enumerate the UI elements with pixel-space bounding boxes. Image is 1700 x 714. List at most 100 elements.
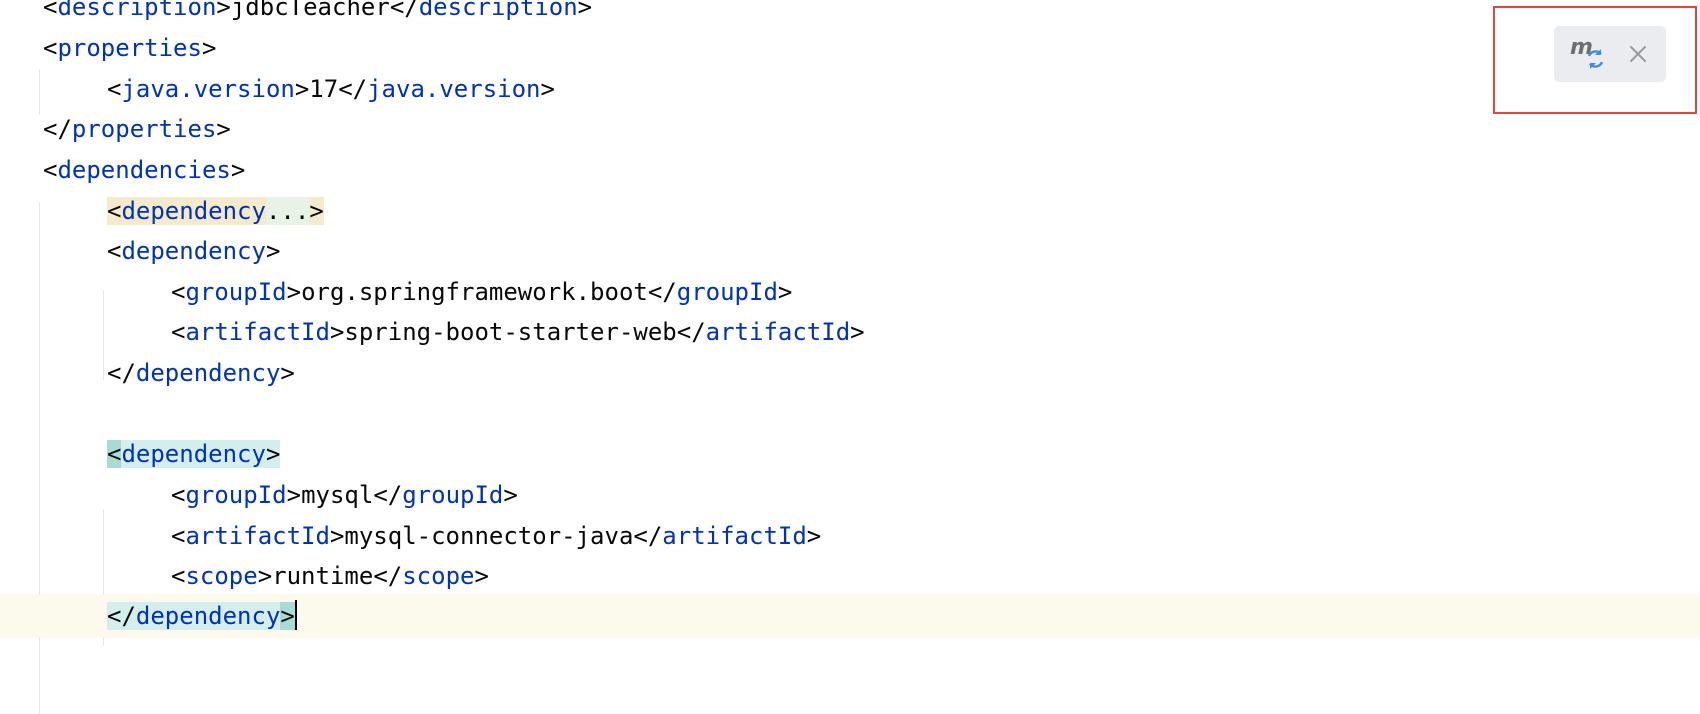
code-line-content: <groupId>org.springframework.boot</group…: [171, 270, 792, 314]
xml-punctuation: >: [806, 522, 822, 550]
code-line[interactable]: <artifactId>spring-boot-starter-web</art…: [0, 310, 1700, 354]
xml-tag-name: java.version: [121, 75, 295, 103]
xml-punctuation: >: [474, 562, 489, 590]
xml-punctuation: </: [373, 481, 403, 509]
code-line[interactable]: </dependency>: [0, 351, 1700, 395]
xml-punctuation: >: [286, 278, 302, 306]
xml-punctuation: </: [676, 318, 706, 346]
xml-tag-name: groupId: [676, 278, 778, 306]
xml-tag-name: artifactId: [185, 318, 330, 346]
code-line[interactable]: <properties>: [0, 26, 1700, 70]
xml-text: 17: [309, 75, 339, 103]
code-line[interactable]: <java.version>17</java.version>: [0, 67, 1700, 111]
code-line-content: <dependencies>: [43, 148, 245, 192]
xml-text[interactable]: ...: [265, 197, 310, 225]
xml-punctuation: >: [777, 278, 793, 306]
xml-punctuation: <: [171, 562, 186, 590]
xml-tag-name: dependency: [121, 237, 266, 265]
code-line-content: <artifactId>spring-boot-starter-web</art…: [171, 310, 865, 354]
xml-punctuation: <: [107, 237, 122, 265]
xml-punctuation: >: [286, 481, 302, 509]
xml-text: spring-boot-starter-web: [344, 318, 677, 346]
code-line[interactable]: <scope>runtime</scope>: [0, 554, 1700, 598]
code-line[interactable]: <dependency>: [0, 229, 1700, 273]
code-line[interactable]: </properties>: [0, 107, 1700, 151]
xml-tag-name: scope: [185, 562, 258, 590]
xml-punctuation: >: [503, 481, 518, 509]
xml-punctuation: >: [540, 75, 555, 103]
xml-tag-name: groupId: [402, 481, 504, 509]
xml-tag-name: description: [57, 0, 217, 21]
xml-tag-name: groupId: [185, 481, 287, 509]
xml-punctuation: >: [216, 115, 231, 143]
xml-tag-name: artifactId: [662, 522, 807, 550]
xml-punctuation: >: [329, 522, 345, 550]
xml-punctuation: >: [294, 75, 310, 103]
code-line[interactable]: <artifactId>mysql-connector-java</artifa…: [0, 514, 1700, 558]
code-line[interactable]: [0, 392, 1700, 436]
xml-tag-name: artifactId: [185, 522, 330, 550]
xml-text: runtime: [272, 562, 374, 590]
xml-punctuation: >: [329, 318, 345, 346]
xml-tag-name: scope: [402, 562, 475, 590]
code-line[interactable]: <description>jdbcTeacher</description>: [0, 0, 1700, 29]
xml-tag-name: groupId: [185, 278, 287, 306]
xml-punctuation: </: [633, 522, 663, 550]
xml-punctuation: >: [280, 359, 295, 387]
code-line[interactable]: <dependencies>: [0, 148, 1700, 192]
xml-tag-name: java.version: [367, 75, 541, 103]
xml-punctuation: </: [338, 75, 368, 103]
xml-punctuation: <: [171, 318, 186, 346]
code-line[interactable]: <groupId>mysql</groupId>: [0, 473, 1700, 517]
code-line[interactable]: <dependency>: [0, 432, 1700, 476]
code-line-content: <scope>runtime</scope>: [171, 554, 489, 598]
close-icon[interactable]: [1624, 40, 1652, 68]
xml-tag-name: properties: [57, 34, 202, 62]
xml-punctuation: <: [107, 75, 122, 103]
code-line-content: <dependency...>: [107, 189, 324, 233]
xml-punctuation: >: [577, 0, 593, 21]
xml-tag-name: properties: [71, 115, 217, 143]
code-line-content: <dependency>: [107, 229, 280, 273]
xml-punctuation: <: [43, 156, 58, 184]
code-editor[interactable]: <description>jdbcTeacher</description> <p…: [0, 0, 1700, 714]
code-line-content: <properties>: [43, 26, 216, 70]
xml-punctuation: </: [647, 278, 677, 306]
xml-punctuation: </: [389, 0, 419, 21]
code-line-content: <groupId>mysql</groupId>: [171, 473, 518, 517]
xml-punctuation[interactable]: >: [309, 197, 324, 225]
xml-punctuation: >: [280, 602, 295, 630]
code-line-content: </dependency>: [107, 594, 297, 638]
code-line-current[interactable]: </dependency>: [0, 594, 1700, 638]
xml-punctuation: >: [265, 237, 281, 265]
code-line-content: </dependency>: [107, 351, 295, 395]
code-line[interactable]: <dependency...>: [0, 189, 1700, 233]
xml-punctuation[interactable]: <: [107, 197, 122, 225]
svg-text:m: m: [1570, 35, 1593, 60]
xml-tag-name[interactable]: dependency: [121, 197, 266, 225]
xml-punctuation: </: [107, 359, 136, 387]
xml-punctuation: <: [171, 278, 186, 306]
xml-punctuation: </: [373, 562, 403, 590]
xml-punctuation: >: [850, 318, 865, 346]
xml-punctuation: </: [107, 602, 136, 630]
xml-punctuation: >: [216, 0, 231, 21]
maven-load-changes-popup: m: [1554, 26, 1666, 82]
code-line-content: <dependency>: [107, 432, 281, 476]
xml-punctuation: <: [43, 0, 58, 21]
xml-tag-name: artifactId: [705, 318, 851, 346]
xml-punctuation: >: [265, 440, 281, 468]
code-line-content: </properties>: [43, 107, 231, 151]
code-line[interactable]: <groupId>org.springframework.boot</group…: [0, 270, 1700, 314]
xml-tag-name: dependencies: [57, 156, 231, 184]
xml-punctuation: >: [257, 562, 273, 590]
maven-reload-icon[interactable]: m: [1568, 32, 1608, 72]
code-line-content: <artifactId>mysql-connector-java</artifa…: [171, 514, 821, 558]
xml-punctuation: <: [171, 522, 186, 550]
text-caret: [294, 600, 297, 630]
xml-text: org.springframework.boot: [301, 278, 648, 306]
xml-punctuation: </: [43, 115, 72, 143]
xml-punctuation: <: [107, 440, 122, 468]
xml-tag-name: dependency: [135, 359, 281, 387]
xml-punctuation: <: [171, 481, 186, 509]
